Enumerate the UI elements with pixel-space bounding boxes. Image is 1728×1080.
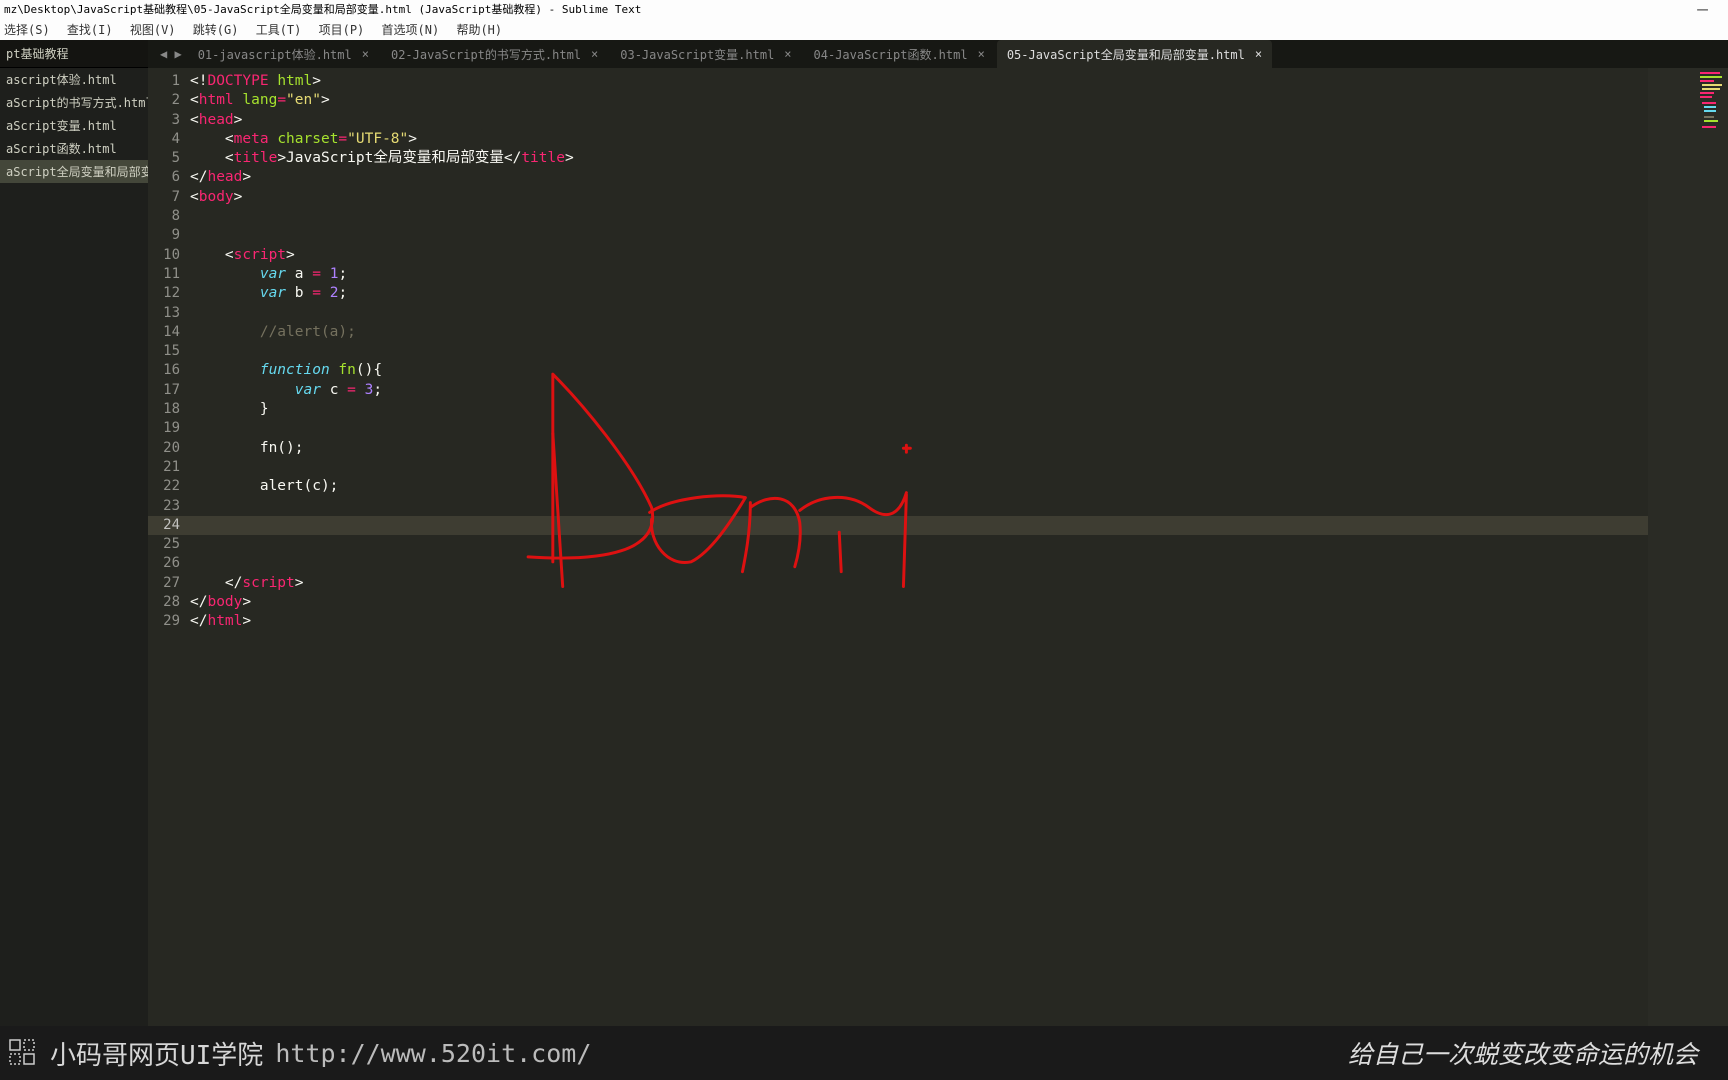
menu-item[interactable]: 首选项(N) — [382, 23, 440, 37]
line-gutter: 1234567891011121314151617181920212223242… — [148, 68, 190, 1026]
close-icon[interactable]: × — [1255, 47, 1262, 61]
sidebar-file-item[interactable]: aScript变量.html — [0, 114, 148, 137]
sidebar-file-item[interactable]: aScript函数.html — [0, 137, 148, 160]
menu-bar: 选择(S) 查找(I) 视图(V) 跳转(G) 工具(T) 项目(P) 首选项(… — [0, 20, 1728, 40]
editor-tab[interactable]: 03-JavaScript变量.html × — [610, 40, 801, 68]
menu-item[interactable]: 查找(I) — [67, 23, 113, 37]
footer-url: http://www.520it.com/ — [275, 1039, 591, 1068]
tab-label: 05-JavaScript全局变量和局部变量.html — [1007, 46, 1245, 63]
window-title: mz\Desktop\JavaScript基础教程\05-JavaScript全… — [4, 0, 641, 20]
sidebar-file-item[interactable]: ascript体验.html — [0, 68, 148, 91]
menu-item[interactable]: 跳转(G) — [193, 23, 239, 37]
menu-item[interactable]: 选择(S) — [4, 23, 50, 37]
editor-tab[interactable]: 05-JavaScript全局变量和局部变量.html × — [997, 40, 1272, 68]
menu-item[interactable]: 项目(P) — [319, 23, 365, 37]
footer: 小码哥网页UI学院 http://www.520it.com/ 给自己一次蜕变改… — [0, 1026, 1728, 1080]
close-icon[interactable]: × — [784, 47, 791, 61]
editor-area: ◀ ▶ 01-javascript体验.html×02-JavaScript的书… — [148, 40, 1728, 1026]
sidebar: pt基础教程 ascript体验.htmlaScript的书写方式.htmlaS… — [0, 40, 148, 1026]
editor-tab[interactable]: 04-JavaScript函数.html × — [804, 40, 995, 68]
sidebar-folder-header[interactable]: pt基础教程 — [0, 40, 148, 68]
close-icon[interactable]: × — [591, 47, 598, 61]
code-editor[interactable]: 1234567891011121314151617181920212223242… — [148, 68, 1728, 1026]
close-icon[interactable]: × — [978, 47, 985, 61]
main-area: pt基础教程 ascript体验.htmlaScript的书写方式.htmlaS… — [0, 40, 1728, 1026]
footer-brand-text: 小码哥网页UI学院 — [50, 1035, 263, 1072]
footer-brand: 小码哥网页UI学院 http://www.520it.com/ — [8, 1035, 591, 1072]
tab-label: 03-JavaScript变量.html — [620, 46, 774, 63]
footer-slogan: 给自己一次蜕变改变命运的机会 — [1348, 1035, 1698, 1071]
close-icon[interactable]: × — [362, 47, 369, 61]
menu-item[interactable]: 视图(V) — [130, 23, 176, 37]
code-content[interactable]: <!DOCTYPE html><html lang="en"><head> <m… — [190, 68, 1648, 1026]
window-title-bar: mz\Desktop\JavaScript基础教程\05-JavaScript全… — [0, 0, 1728, 20]
minimap[interactable] — [1648, 68, 1728, 1026]
editor-tab[interactable]: 01-javascript体验.html × — [188, 40, 379, 68]
menu-item[interactable]: 工具(T) — [256, 23, 302, 37]
window-minimize-icon[interactable]: — — [1697, 0, 1728, 20]
tab-label: 04-JavaScript函数.html — [814, 46, 968, 63]
tab-label: 02-JavaScript的书写方式.html — [391, 46, 581, 63]
editor-tab[interactable]: 02-JavaScript的书写方式.html × — [381, 40, 608, 68]
menu-item[interactable]: 帮助(H) — [456, 23, 502, 37]
tab-nav-arrows[interactable]: ◀ ▶ — [154, 47, 188, 61]
sidebar-file-item[interactable]: aScript全局变量和局部变量.html — [0, 160, 148, 183]
tab-label: 01-javascript体验.html — [198, 46, 352, 63]
tab-bar: ◀ ▶ 01-javascript体验.html×02-JavaScript的书… — [148, 40, 1728, 68]
footer-logo-icon — [8, 1038, 38, 1068]
sidebar-file-item[interactable]: aScript的书写方式.html — [0, 91, 148, 114]
